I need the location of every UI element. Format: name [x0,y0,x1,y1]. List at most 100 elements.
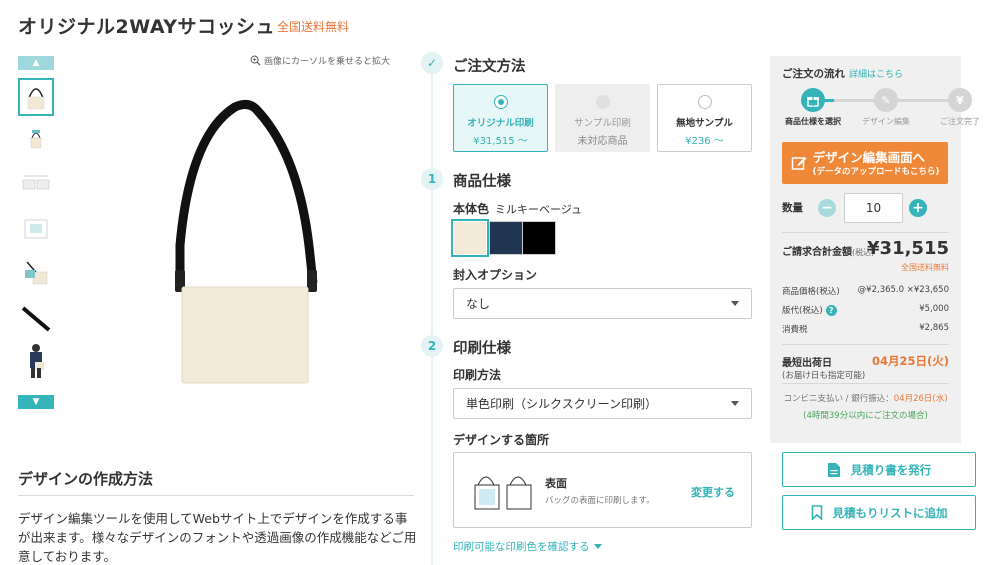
strap-thumbnail-icon [21,306,51,332]
size-diagram-thumbnail-icon [22,175,50,190]
help-icon[interactable]: ? [825,305,837,316]
row-tax-note: (税込) [816,287,840,297]
bag-print-thumbnail-icon [30,130,42,149]
thumbnail-7[interactable] [18,342,54,380]
order-option-blank-sample[interactable]: 無地サンプル ¥236 〜 [657,84,752,152]
order-deadline-note: (4時間39分以内にご注文の場合) [803,411,928,421]
payment-note: コンビニ支払い / 銀行振込：04月26日(水) [770,392,961,404]
option-note: 未対応商品 [577,136,628,147]
print-spec-title: 印刷仕様 [453,341,511,357]
issue-estimate-button[interactable]: 見積り書を発行 [782,452,976,487]
radio-disabled [595,95,610,109]
add-to-estimate-list-button[interactable]: 見積もりリストに追加 [782,495,976,530]
howto-text: デザイン編集ツールを使用してWebサイト上でデザインを作成する事が出来ます。様々… [18,511,417,564]
total-label-text: ご請求合計金額 [782,247,852,258]
estimate-list-button-label: 見積もりリストに追加 [832,505,948,520]
body-color-value: ミルキーベージュ [495,203,583,216]
enclosure-value: なし [466,297,491,311]
bookmark-icon [811,505,822,520]
design-editor-button[interactable]: デザイン編集画面へ (データのアップロードもこちら) [782,142,948,184]
option-price: ¥236 〜 [685,136,724,147]
divider [782,383,949,384]
enclosure-select[interactable]: なし [453,288,752,319]
model-wearing-thumbnail-icon [30,344,44,378]
option-label: サンプル印刷 [574,118,631,129]
thumbnail-5[interactable] [18,254,54,292]
print-method-label: 印刷方法 [453,368,502,382]
flow-details-link[interactable]: 詳細はこちら [849,70,903,80]
zoom-hint-text: 画像にカーソルを乗せると拡大 [264,57,391,67]
main-product-image[interactable] [150,95,350,390]
estimate-button-label: 見積り書を発行 [850,462,932,477]
total-shipping-note: 全国送料無料 [901,263,949,272]
option-price: ¥31,515 〜 [473,136,528,147]
step-number-2: 2 [421,335,443,357]
row-value: ¥5,000 [919,304,949,314]
total-amount: ¥31,515 [867,238,949,259]
radio-unselected [697,95,712,109]
bag-front-back-icon [474,476,532,510]
row-tax-note: (税込) [799,306,823,316]
color-swatch-black[interactable] [522,221,556,255]
order-option-original[interactable]: オリジナル印刷 ¥31,515 〜 [453,84,548,152]
print-area-thumbnail-icon [24,219,48,239]
pencil-icon: ✎ [874,88,898,112]
price-row-tax: 消費税 ¥2,865 [782,323,949,335]
thumbnail-2[interactable] [18,122,54,160]
thumbnail-3[interactable] [18,166,54,204]
body-color-label: 本体色 ミルキーベージュ [453,200,582,217]
radio-selected [493,95,508,109]
check-icon: ✓ [421,52,443,74]
gift-icon [801,88,825,112]
thumbnail-1[interactable] [18,78,54,116]
ship-date-value: 04月25日(火) [871,354,949,368]
thumbnail-6[interactable] [18,298,54,336]
edit-icon [791,157,807,170]
row-label: 消費税 [782,325,808,335]
quantity-decrement-button[interactable]: − [818,199,836,217]
payment-note-date: 04月26日(水) [893,394,948,404]
color-swatch-navy[interactable] [489,221,523,255]
print-method-value: 単色印刷（シルクスクリーン印刷） [466,397,658,411]
free-shipping-badge: 全国送料無料 [277,20,350,34]
design-button-label: デザイン編集画面へ [812,149,926,165]
steps-line [431,72,433,565]
quantity-increment-button[interactable]: + [909,199,927,217]
print-colors-link[interactable]: 印刷可能な印刷色を確認する [453,539,602,554]
bag-thumbnail-icon [27,88,45,110]
divider [782,344,949,345]
flow-step-label: デザイン編集 [862,117,910,126]
placement-description: バッグの表面に印刷します。 [545,496,655,506]
order-option-sample-print: サンプル印刷 未対応商品 [555,84,650,152]
product-title: オリジナル2WAYサコッシュ [18,16,275,38]
placement-title: 表面 [545,477,567,490]
print-method-select[interactable]: 単色印刷（シルクスクリーン印刷） [453,388,752,419]
row-value: @¥2,365.0 ×¥23,650 [857,285,949,295]
body-color-label-text: 本体色 [453,202,490,216]
product-spec-title: 商品仕様 [453,174,511,190]
flow-step-label: 商品仕様を選択 [785,117,841,126]
howto-title: デザインの作成方法 [18,470,154,488]
change-placement-link[interactable]: 変更する [691,484,735,500]
quantity-label: 数量 [782,202,803,214]
price-row-product: 商品価格(税込) @¥2,365.0 ×¥23,650 [782,285,949,297]
thumbnail-4[interactable] [18,210,54,248]
ship-date-label: 最短出荷日 [782,358,832,369]
order-method-title: ご注文方法 [453,59,526,75]
document-icon [827,462,840,477]
color-swatch-milky-beige[interactable] [451,219,489,257]
option-label: 無地サンプル [676,118,733,129]
thumbnail-scroll-down-button[interactable]: ▼ [18,395,54,409]
caret-down-icon [731,401,739,406]
bag-model-thumbnail-icon [25,261,48,285]
chevron-up-icon: ▲ [32,58,40,68]
thumbnail-scroll-up-button[interactable]: ▲ [18,56,54,70]
row-value: ¥2,865 [919,323,949,333]
caret-down-icon [731,301,739,306]
print-colors-link-text: 印刷可能な印刷色を確認する [453,541,590,553]
option-label: オリジナル印刷 [467,118,534,129]
enclosure-label: 封入オプション [453,268,538,282]
order-summary-panel: ご注文の流れ 詳細はこちら ✎ ¥ 商品仕様を選択 デザイン編集 ご注文完了 デザ… [770,56,980,443]
quantity-input[interactable]: 10 [844,193,903,223]
ship-date-note: (お届け日も指定可能) [782,371,866,381]
